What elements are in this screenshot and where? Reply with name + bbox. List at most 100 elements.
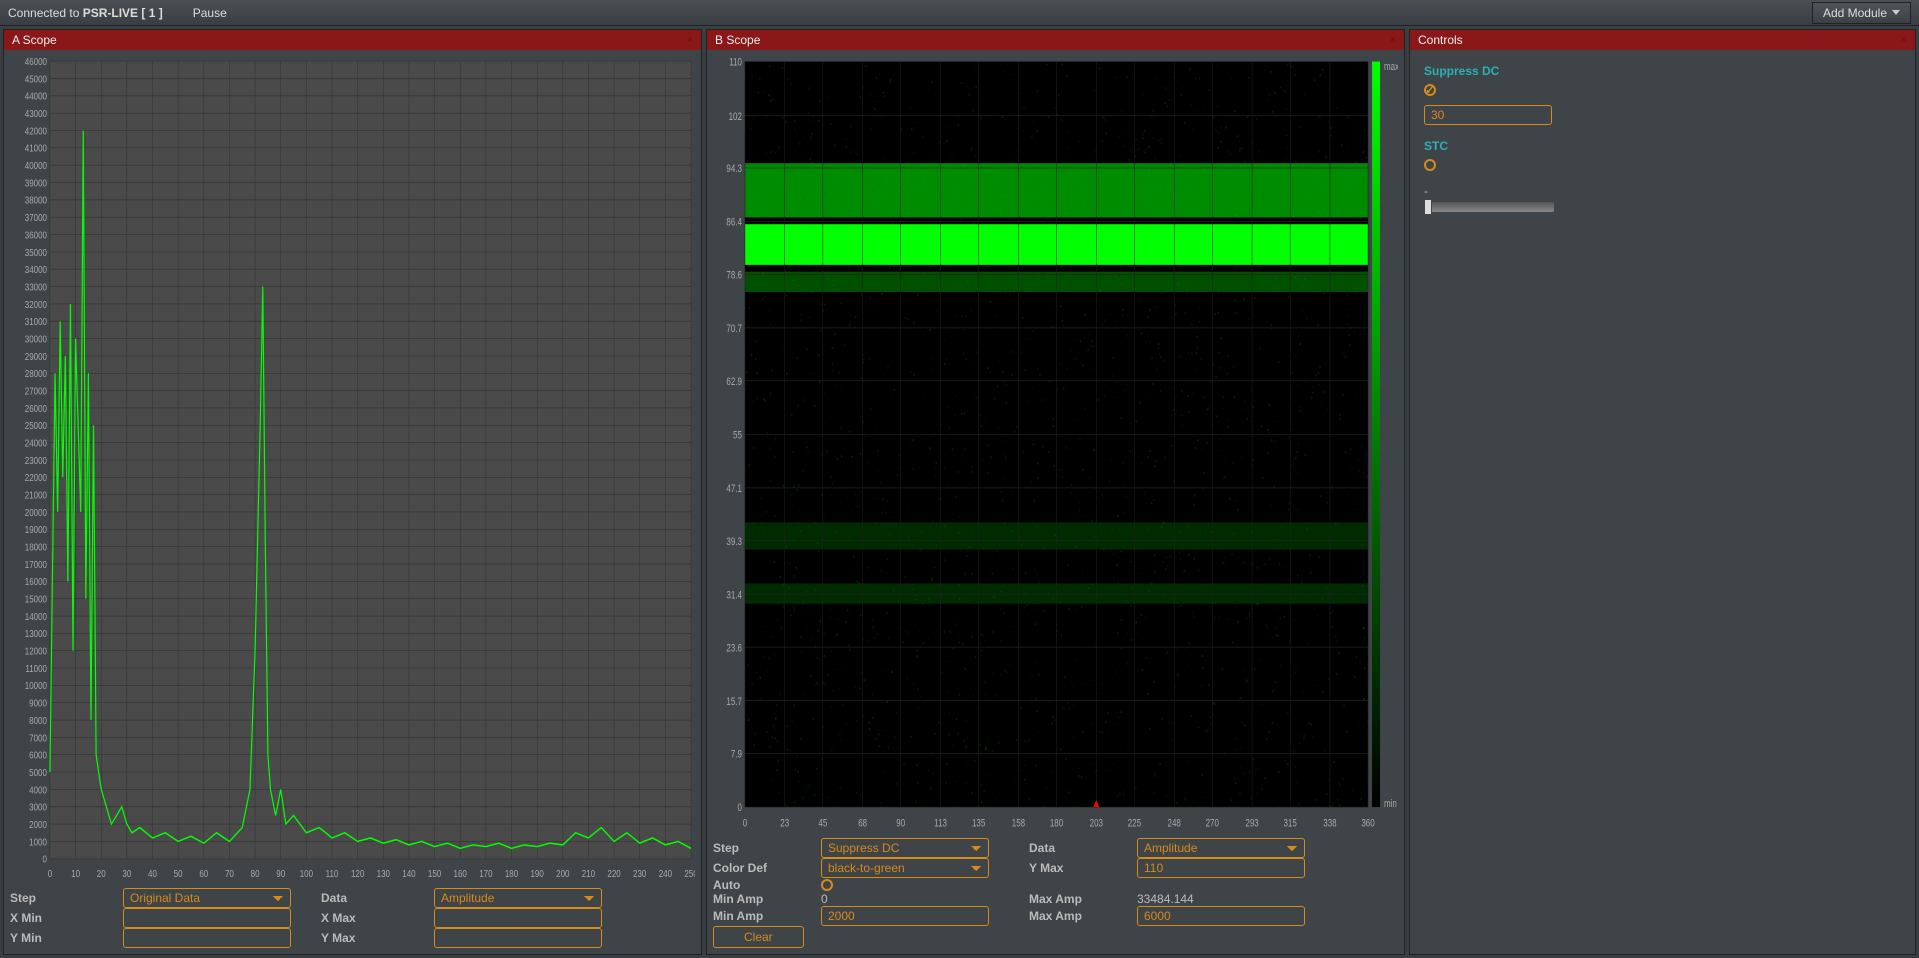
auto-radio[interactable] [821, 879, 833, 891]
svg-text:135: 135 [972, 817, 985, 830]
svg-text:31000: 31000 [25, 316, 47, 327]
suppress-dc-label: Suppress DC [1424, 64, 1901, 78]
svg-text:0: 0 [738, 802, 742, 815]
svg-text:0: 0 [48, 868, 52, 879]
stc-slider[interactable] [1424, 202, 1554, 212]
colordef-select[interactable]: black-to-green [821, 858, 989, 878]
svg-text:94.3: 94.3 [726, 163, 742, 176]
svg-text:14000: 14000 [25, 611, 47, 622]
svg-text:40000: 40000 [25, 160, 47, 171]
ymin-input[interactable] [123, 928, 291, 948]
svg-text:70: 70 [225, 868, 234, 879]
ymax-label: Y Max [1029, 861, 1129, 875]
svg-text:70.7: 70.7 [726, 323, 742, 336]
controls-title: Controls [1418, 33, 1463, 47]
svg-text:0: 0 [743, 817, 747, 830]
b-scope-header: B Scope × [707, 30, 1404, 50]
step-label: Step [713, 841, 813, 855]
xmax-label: X Max [321, 911, 426, 925]
slider-thumb[interactable] [1424, 199, 1432, 215]
svg-text:max: max [1384, 61, 1398, 74]
close-icon[interactable]: × [1901, 34, 1907, 46]
minamp-input[interactable] [821, 906, 989, 926]
svg-text:225: 225 [1128, 817, 1141, 830]
svg-text:10: 10 [71, 868, 80, 879]
svg-text:4000: 4000 [29, 784, 47, 795]
svg-text:180: 180 [1050, 817, 1063, 830]
svg-text:102: 102 [729, 111, 742, 124]
maxamp-label: Max Amp [1029, 892, 1129, 906]
svg-text:38000: 38000 [25, 195, 47, 206]
svg-text:15.7: 15.7 [726, 696, 742, 709]
ymax-input[interactable] [1137, 858, 1305, 878]
controls-header: Controls × [1410, 30, 1915, 50]
close-icon[interactable]: × [687, 34, 693, 46]
svg-text:39000: 39000 [25, 177, 47, 188]
svg-text:39.3: 39.3 [726, 536, 742, 549]
svg-text:8000: 8000 [29, 715, 47, 726]
svg-text:86.4: 86.4 [726, 216, 742, 229]
svg-text:10000: 10000 [25, 680, 47, 691]
svg-text:23.6: 23.6 [726, 642, 742, 655]
svg-text:110: 110 [326, 868, 339, 879]
step-select[interactable]: Suppress DC [821, 838, 989, 858]
svg-text:90: 90 [896, 817, 905, 830]
xmax-input[interactable] [434, 908, 602, 928]
svg-text:170: 170 [479, 868, 492, 879]
xmin-input[interactable] [123, 908, 291, 928]
b-scope-chart[interactable]: 0234568901131351581802032252482702933153… [713, 56, 1398, 832]
svg-text:150: 150 [428, 868, 441, 879]
pause-button[interactable]: Pause [193, 6, 227, 20]
svg-text:190: 190 [530, 868, 543, 879]
step-select[interactable]: Original Data [123, 888, 291, 908]
minamp-label: Min Amp [713, 892, 813, 906]
colordef-label: Color Def [713, 861, 813, 875]
svg-text:78.6: 78.6 [726, 269, 742, 282]
svg-text:45000: 45000 [25, 73, 47, 84]
svg-text:19000: 19000 [25, 524, 47, 535]
svg-text:220: 220 [607, 868, 620, 879]
svg-text:158: 158 [1012, 817, 1025, 830]
controls-panel: Controls × Suppress DC STC - [1409, 29, 1916, 955]
svg-text:22000: 22000 [25, 472, 47, 483]
add-module-button[interactable]: Add Module [1812, 2, 1911, 24]
minamp-value: 0 [821, 892, 989, 906]
svg-text:6000: 6000 [29, 750, 47, 761]
svg-text:80: 80 [251, 868, 260, 879]
connection-status: Connected to PSR-LIVE [ 1 ] [8, 6, 163, 20]
suppress-dc-input[interactable] [1424, 105, 1552, 125]
a-scope-chart[interactable]: 0102030405060708090100110120130140150160… [10, 56, 695, 882]
svg-text:1000: 1000 [29, 836, 47, 847]
xmin-label: X Min [10, 911, 115, 925]
svg-text:140: 140 [402, 868, 415, 879]
svg-text:0: 0 [42, 854, 46, 865]
svg-text:7000: 7000 [29, 732, 47, 743]
ymax-input[interactable] [434, 928, 602, 948]
svg-text:46000: 46000 [25, 56, 47, 67]
svg-text:90: 90 [276, 868, 285, 879]
svg-text:13000: 13000 [25, 628, 47, 639]
svg-text:160: 160 [454, 868, 467, 879]
svg-text:18000: 18000 [25, 542, 47, 553]
svg-text:68: 68 [858, 817, 867, 830]
svg-text:23000: 23000 [25, 455, 47, 466]
clear-button[interactable]: Clear [713, 926, 804, 948]
data-select[interactable]: Amplitude [1137, 838, 1305, 858]
maxamp-input[interactable] [1137, 906, 1305, 926]
connection-target: PSR-LIVE [ 1 ] [83, 6, 163, 20]
close-icon[interactable]: × [1390, 34, 1396, 46]
ymax-label: Y Max [321, 931, 426, 945]
svg-text:250: 250 [684, 868, 695, 879]
b-scope-title: B Scope [715, 33, 760, 47]
svg-text:45: 45 [818, 817, 827, 830]
svg-text:29000: 29000 [25, 351, 47, 362]
data-select[interactable]: Amplitude [434, 888, 602, 908]
suppress-dc-toggle[interactable] [1424, 84, 1436, 96]
svg-text:23: 23 [780, 817, 789, 830]
add-module-label: Add Module [1823, 6, 1887, 20]
main-area: A Scope × 010203040506070809010011012013… [0, 26, 1919, 958]
svg-text:30: 30 [122, 868, 131, 879]
svg-text:3000: 3000 [29, 802, 47, 813]
stc-toggle[interactable] [1424, 159, 1436, 171]
svg-text:21000: 21000 [25, 490, 47, 501]
